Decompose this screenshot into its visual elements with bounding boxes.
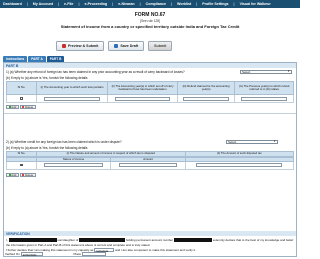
set-off-year-input[interactable] xyxy=(115,96,170,101)
nav-visual-for-walkeur[interactable]: Visual for Walkeur xyxy=(240,2,271,6)
form-title: FORM NO.67 xyxy=(134,12,166,18)
nav-profile-settings[interactable]: Profile Settings xyxy=(202,2,228,6)
refund-claimed-input[interactable] xyxy=(183,96,229,101)
nav-worklist[interactable]: Worklist xyxy=(177,2,191,6)
delete-icon xyxy=(22,174,25,176)
previous-year-input[interactable] xyxy=(241,96,288,101)
delete-icon xyxy=(22,106,25,108)
table2-row-controls: Add Delete xyxy=(6,173,36,177)
nature-of-income-input[interactable] xyxy=(44,163,103,167)
col-sl-no: Sl No. xyxy=(7,152,37,156)
table-row xyxy=(6,161,294,170)
verification-heading: VERIFICATION xyxy=(4,231,296,236)
nav-enivaran[interactable]: e-Nivaran xyxy=(118,2,134,6)
action-bar: Preview & Submit Save Draft Submit xyxy=(56,41,173,52)
form-statement: Statement of income from a country or sp… xyxy=(60,24,240,29)
top-navigation: Dashboard | My Account | e-File | e-Proceed… xyxy=(0,0,300,8)
verified-on-row: Verified On 22/02/2021 Place xyxy=(5,252,106,257)
table1-row-controls: Add Delete xyxy=(6,105,36,109)
delete-row-button[interactable]: Delete xyxy=(19,105,36,109)
form-rule: [See rule 128] xyxy=(140,19,160,23)
col-accounting-year: (i) The Accounting year to which such lo… xyxy=(37,82,109,94)
chevron-down-icon: ▼ xyxy=(273,140,276,144)
disputed-credit-select[interactable]: Select ▼ xyxy=(226,139,278,144)
chevron-down-icon: ▼ xyxy=(287,70,290,74)
col-amount: Amount xyxy=(111,157,186,161)
question-2a: 2) (a) Whether credit for any foreign ta… xyxy=(6,140,122,144)
add-row-button[interactable]: Add xyxy=(6,105,19,109)
nav-dashboard[interactable]: Dashboard xyxy=(3,2,22,6)
plus-icon xyxy=(8,174,11,176)
save-icon xyxy=(114,44,119,48)
amount-input[interactable] xyxy=(118,163,178,167)
divider xyxy=(4,113,296,114)
submit-button[interactable]: Submit xyxy=(148,41,173,51)
part-b-heading: PART B xyxy=(4,63,296,68)
refund-table-header: Sl No. (i) The Accounting year to which … xyxy=(6,81,294,95)
add-row-button[interactable]: Add xyxy=(6,173,19,177)
col-set-off-year: (ii) The Accounting year(s) in which set… xyxy=(108,82,178,94)
part-b-panel: PART B 1) (a) Whether any refund of fore… xyxy=(3,62,297,257)
col-nature-amount: (i) The Nature and amount of income in r… xyxy=(37,152,186,156)
redacted-pan xyxy=(173,238,212,243)
redacted-father-name xyxy=(79,238,126,243)
disputed-tax-input[interactable] xyxy=(196,163,283,167)
plus-icon xyxy=(8,106,11,108)
place-field[interactable] xyxy=(81,252,106,257)
table-row xyxy=(6,95,294,103)
save-draft-button[interactable]: Save Draft xyxy=(108,41,145,51)
col-nature-of-income: Nature of income xyxy=(37,157,112,161)
row-checkbox[interactable] xyxy=(20,97,23,100)
col-disputed-tax: (ii) The Amount of such disputed tax xyxy=(217,151,262,156)
question-2b: (b) If reply to (a) above is Yes, furnis… xyxy=(6,146,88,150)
col-sl-no: Sl No. xyxy=(7,82,37,94)
redacted-name xyxy=(8,238,57,243)
col-refund-claimed: (iii) Refund claimed for the accounting … xyxy=(178,82,236,94)
nav-eproceeding[interactable]: e-Proceeding xyxy=(84,2,107,6)
nav-compliance[interactable]: Compliance xyxy=(146,2,166,6)
nav-my-account[interactable]: My Account xyxy=(33,2,53,6)
nav-efile[interactable]: e-File xyxy=(64,2,73,6)
preview-submit-button[interactable]: Preview & Submit xyxy=(56,41,105,51)
preview-icon xyxy=(62,44,66,48)
refund-claimed-select[interactable]: Select ▼ xyxy=(240,69,292,74)
verification-declaration: I, son/daughter of holding permanent acc… xyxy=(6,238,294,247)
verified-on-field[interactable]: 22/02/2021 xyxy=(20,252,43,257)
accounting-year-input[interactable] xyxy=(43,96,101,101)
row-checkbox[interactable] xyxy=(20,163,23,167)
col-previous-year: (iv) The Previous year(s) to which refun… xyxy=(239,83,290,91)
question-1a: 1) (a) Whether any refund of foreign tax… xyxy=(6,70,185,74)
delete-row-button[interactable]: Delete xyxy=(19,173,36,177)
form-header: FORM NO.67 [See rule 128] Statement of i… xyxy=(0,12,300,29)
question-1b: (b) If reply to (a) above is Yes, furnis… xyxy=(6,76,88,80)
